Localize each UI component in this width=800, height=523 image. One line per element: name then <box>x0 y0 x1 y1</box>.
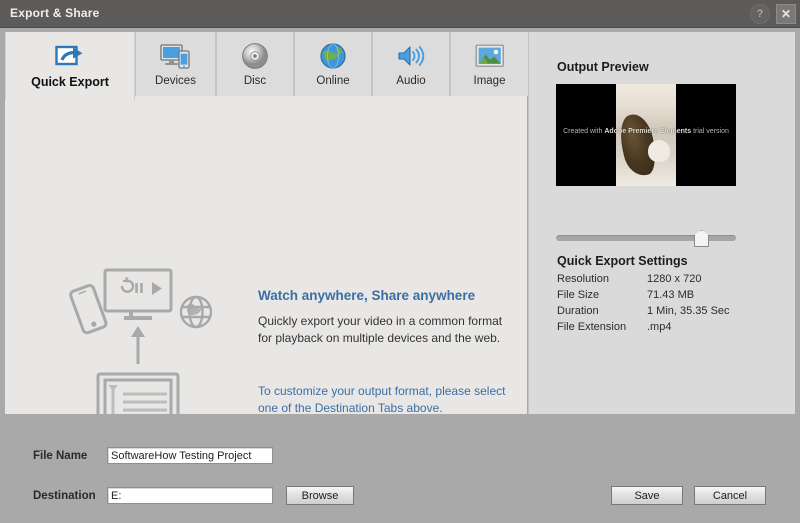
save-button[interactable]: Save <box>611 486 683 505</box>
scrubber-handle[interactable] <box>694 230 709 247</box>
disc-icon <box>241 41 269 71</box>
output-preview-panel: Output Preview Created with Adobe Premie… <box>528 32 795 414</box>
copy-body: Quickly export your video in a common fo… <box>258 314 503 345</box>
tab-image[interactable]: Image <box>450 32 529 96</box>
destination-label: Destination <box>33 490 96 502</box>
tab-label: Audio <box>396 75 426 87</box>
setting-value: .mp4 <box>647 321 672 333</box>
trial-watermark: Created with Adobe Premiere Elements tri… <box>556 128 736 135</box>
watermark-suffix: trial version <box>691 128 729 135</box>
setting-value: 1 Min, 35.35 Sec <box>647 305 730 317</box>
setting-key: Resolution <box>557 273 609 285</box>
export-icon <box>55 41 85 71</box>
tab-label: Disc <box>243 75 267 87</box>
settings-list: Resolution 1280 x 720 File Size 71.43 MB… <box>557 273 777 337</box>
setting-row: File Size 71.43 MB <box>557 289 777 304</box>
tab-disc[interactable]: Disc <box>216 32 294 96</box>
copy-hint: To customize your output format, please … <box>258 384 506 415</box>
devices-icon <box>159 41 192 71</box>
video-preview[interactable]: Created with Adobe Premiere Elements tri… <box>556 84 736 186</box>
destination-input[interactable] <box>107 487 273 504</box>
help-icon[interactable]: ? <box>750 4 770 24</box>
tab-label: Image <box>473 75 506 87</box>
setting-key: File Extension <box>557 321 627 333</box>
setting-row: Duration 1 Min, 35.35 Sec <box>557 305 777 320</box>
dialog-footer: File Name Destination Browse Save Cancel <box>0 414 800 523</box>
watermark-brand: Adobe Premiere Elements <box>604 128 692 135</box>
tab-devices[interactable]: Devices <box>135 32 216 96</box>
scrubber-track[interactable] <box>556 235 736 241</box>
quick-export-settings-title: Quick Export Settings <box>557 254 688 268</box>
cancel-button[interactable]: Cancel <box>694 486 766 505</box>
setting-key: Duration <box>557 305 599 317</box>
setting-row: File Extension .mp4 <box>557 321 777 336</box>
window-title-bar: Export & Share ? ✕ <box>0 0 800 28</box>
tab-online[interactable]: Online <box>294 32 372 96</box>
quick-export-panel: Watch anywhere, Share anywhere Quickly e… <box>5 96 527 431</box>
file-name-label: File Name <box>33 450 88 462</box>
copy-heading: Watch anywhere, Share anywhere <box>258 288 476 303</box>
devices-export-illustration <box>67 256 237 431</box>
setting-row: Resolution 1280 x 720 <box>557 273 777 288</box>
picture-icon <box>475 41 505 71</box>
setting-key: File Size <box>557 289 600 301</box>
tab-quick-export[interactable]: Quick Export <box>5 32 135 100</box>
file-name-input[interactable] <box>107 447 273 464</box>
preview-scrubber[interactable] <box>556 230 736 247</box>
setting-value: 1280 x 720 <box>647 273 702 285</box>
output-preview-title: Output Preview <box>557 60 649 74</box>
tab-label: Quick Export <box>31 75 109 89</box>
setting-value: 71.43 MB <box>647 289 695 301</box>
speaker-icon <box>396 41 426 71</box>
quick-export-copy: Watch anywhere, Share anywhere Quickly e… <box>258 288 518 417</box>
browse-button[interactable]: Browse <box>286 486 354 505</box>
tab-audio[interactable]: Audio <box>372 32 450 96</box>
preview-object <box>648 140 670 162</box>
export-share-dialog: Export & Share ? ✕ Quick Export Devices … <box>0 0 800 523</box>
watermark-prefix: Created with <box>563 128 605 135</box>
destination-tabs: Quick Export Devices Disc Online Audio I… <box>5 32 531 100</box>
tab-label: Online <box>316 75 350 87</box>
globe-icon <box>319 41 347 71</box>
close-icon[interactable]: ✕ <box>776 4 796 24</box>
window-title: Export & Share <box>10 6 100 20</box>
tab-label: Devices <box>155 75 196 87</box>
